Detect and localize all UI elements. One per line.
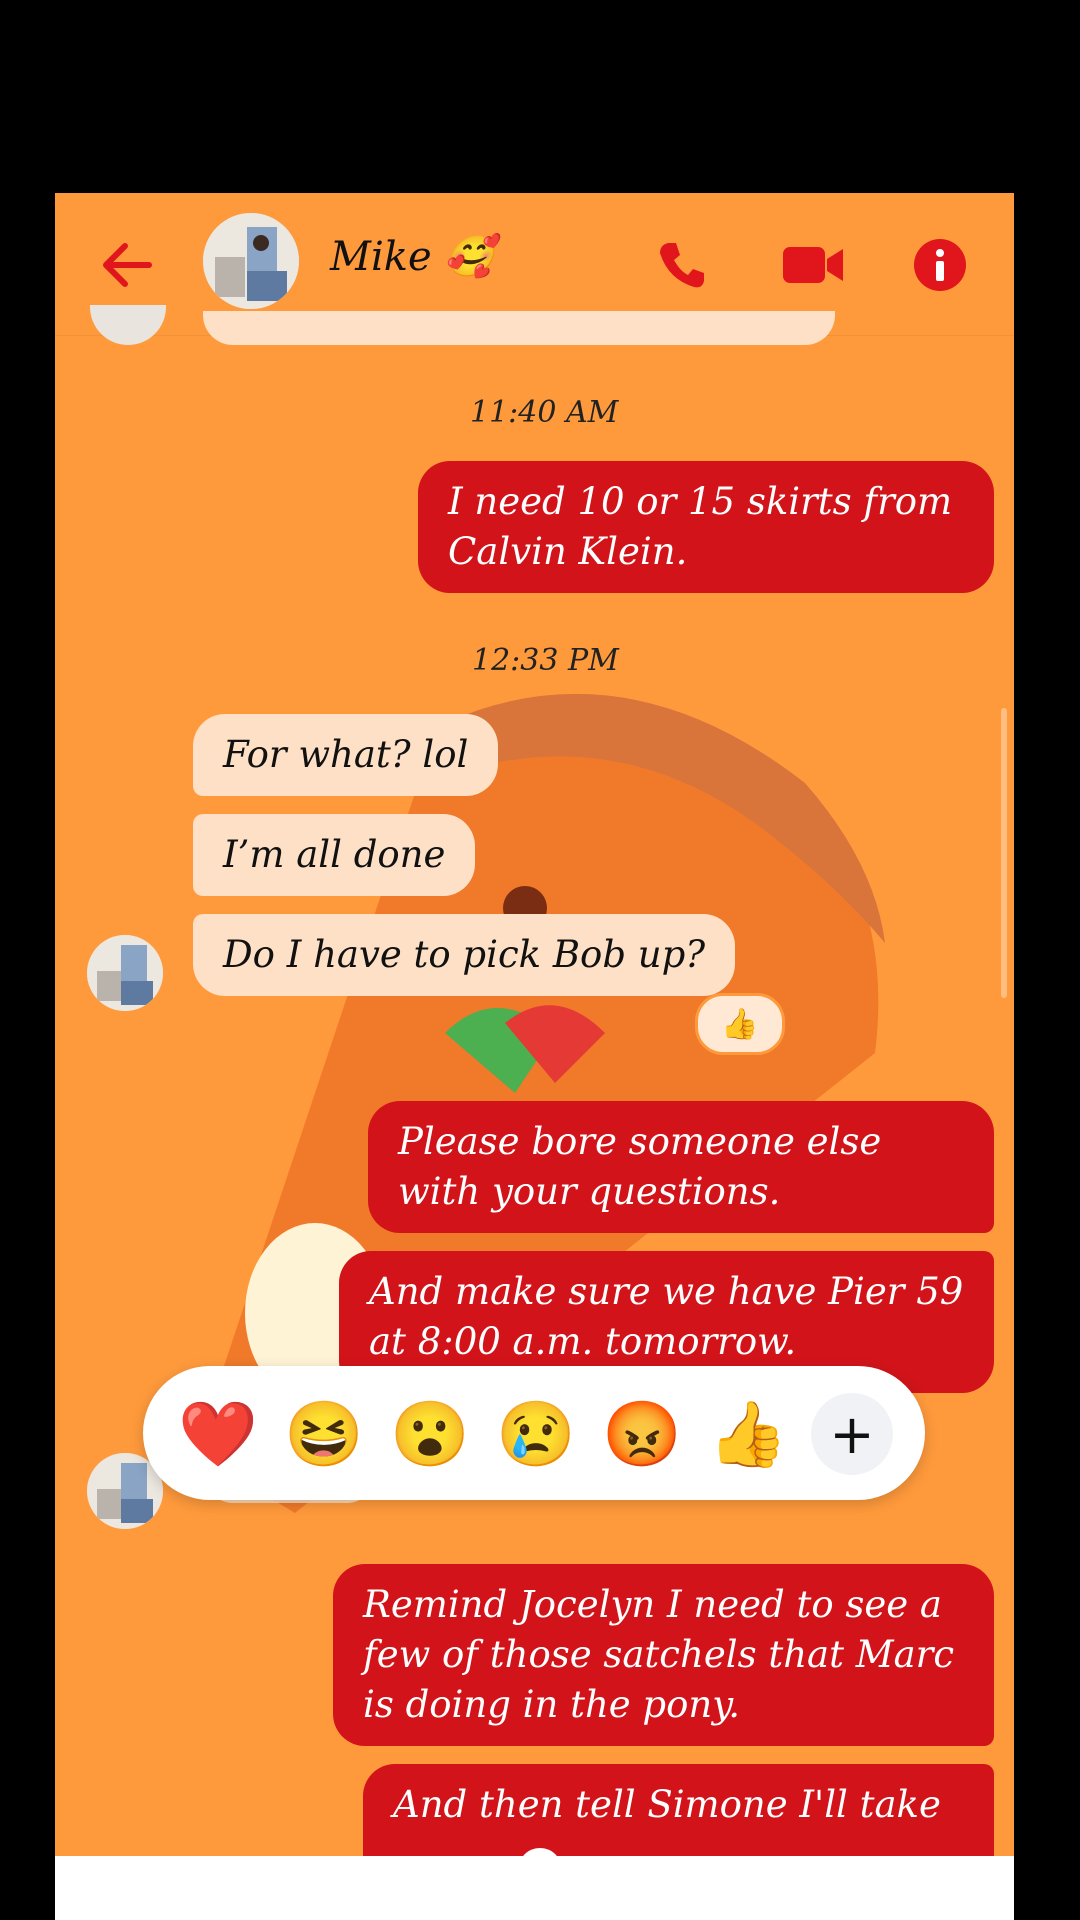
- reaction-angry[interactable]: 😡: [600, 1392, 684, 1476]
- chat-screen: Mike 🥰 11:40 AM I need 10 or 15 skirts f…: [55, 193, 1014, 1920]
- message-bubble-incoming[interactable]: I’m all done: [193, 814, 476, 896]
- message-bubble-partial: [203, 311, 835, 345]
- message-bubble-incoming[interactable]: Do I have to pick Bob up?: [193, 914, 736, 996]
- scrollbar[interactable]: [1001, 708, 1007, 998]
- reaction-picker: ❤️ 😆 😮 😢 😡 👍 +: [143, 1366, 925, 1500]
- more-reactions-button[interactable]: +: [811, 1393, 893, 1475]
- reaction-wow[interactable]: 😮: [388, 1392, 472, 1476]
- video-call-button[interactable]: [778, 235, 848, 295]
- message-bubble-outgoing[interactable]: I need 10 or 15 skirts from Calvin Klein…: [418, 461, 994, 593]
- message-bubble-outgoing[interactable]: Please bore someone else with your quest…: [368, 1101, 994, 1233]
- info-button[interactable]: [910, 235, 970, 295]
- contact-avatar[interactable]: [203, 213, 299, 309]
- message-reaction-badge[interactable]: 👍: [695, 993, 785, 1055]
- phone-icon: [660, 243, 704, 288]
- contact-avatar-small: [90, 305, 166, 345]
- video-camera-icon: [783, 247, 843, 283]
- timestamp: 12:33 PM: [472, 643, 619, 678]
- message-bubble-outgoing[interactable]: Remind Jocelyn I need to see a few of th…: [333, 1564, 994, 1746]
- back-button[interactable]: [97, 235, 157, 295]
- info-icon: [914, 239, 966, 291]
- arrow-left-icon: [103, 243, 152, 287]
- contact-name[interactable]: Mike 🥰: [330, 233, 494, 280]
- audio-call-button[interactable]: [652, 235, 712, 295]
- reaction-thumbs-up[interactable]: 👍: [706, 1392, 790, 1476]
- contact-avatar-small: [87, 935, 163, 1011]
- bottom-sheet-handle[interactable]: [518, 1848, 562, 1892]
- timestamp: 11:40 AM: [470, 395, 619, 430]
- reaction-heart[interactable]: ❤️: [176, 1392, 260, 1476]
- message-bubble-incoming[interactable]: For what? lol: [193, 714, 499, 796]
- reaction-sad[interactable]: 😢: [494, 1392, 578, 1476]
- message-bubble-outgoing[interactable]: And then tell Simone I'll take: [363, 1764, 994, 1864]
- reaction-laugh[interactable]: 😆: [282, 1392, 366, 1476]
